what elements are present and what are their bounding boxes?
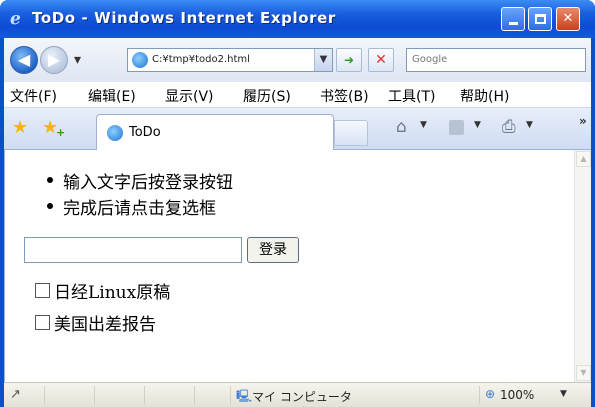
new-tab-button[interactable] <box>334 120 368 146</box>
page-icon <box>107 125 123 141</box>
menu-file[interactable]: 文件(F) <box>10 86 57 106</box>
zoom-dropdown-icon[interactable]: ▼ <box>560 389 567 399</box>
menu-help[interactable]: 帮助(H) <box>460 86 509 106</box>
forward-arrow-icon: ▶ <box>47 50 61 69</box>
menu-view[interactable]: 显示(V) <box>165 86 214 106</box>
zoom-icon[interactable]: ⊕ <box>485 387 495 401</box>
back-arrow-icon: ◀ <box>17 50 31 69</box>
status-divider <box>94 386 95 405</box>
stop-icon: ✕ <box>375 52 387 68</box>
bullet-icon <box>47 203 53 209</box>
stop-button[interactable]: ✕ <box>368 48 394 72</box>
print-dropdown-icon[interactable]: ▼ <box>526 120 533 130</box>
bullet-icon <box>47 177 53 183</box>
recent-pages-dropdown[interactable]: ▾ <box>74 51 88 69</box>
address-toolbar: ◀ ▶ ▾ C:¥tmp¥todo2.html ▼ ➜ ✕ Google <box>4 38 591 82</box>
status-divider <box>194 386 195 405</box>
more-tools-chevron-icon[interactable]: » <box>579 114 587 128</box>
add-plus-icon: + <box>56 126 66 139</box>
close-icon: ✕ <box>562 11 574 26</box>
address-url: C:¥tmp¥todo2.html <box>152 54 250 65</box>
instruction-text: 完成后请点击复选框 <box>63 199 216 219</box>
status-divider <box>479 386 480 405</box>
forward-button[interactable]: ▶ <box>40 46 68 74</box>
status-divider <box>230 386 231 405</box>
scroll-down-icon[interactable]: ▼ <box>576 365 591 381</box>
go-icon: ➜ <box>343 53 355 67</box>
todo-text-input[interactable] <box>24 237 242 263</box>
minimize-button[interactable] <box>501 7 525 31</box>
minimize-icon <box>508 22 518 25</box>
computer-zone-icon: 🖳 <box>236 389 253 403</box>
close-button[interactable]: ✕ <box>556 7 580 31</box>
feeds-icon[interactable] <box>449 120 464 135</box>
menu-tools[interactable]: 工具(T) <box>388 86 435 106</box>
page-status-icon: ↗ <box>10 387 21 402</box>
instruction-list: 输入文字后按登录按钮 完成后请点击复选框 <box>47 168 233 220</box>
security-zone-label: マイ コンピュータ <box>252 390 352 404</box>
tab-toolbar: ★ ★ + ToDo ⌂ ▼ ▼ ⎙ ▼ » <box>4 108 591 150</box>
page-icon <box>132 52 148 68</box>
status-divider <box>44 386 45 405</box>
feeds-dropdown-icon[interactable]: ▼ <box>474 120 481 130</box>
search-input[interactable]: Google <box>406 48 586 72</box>
zoom-level[interactable]: 100% <box>500 388 534 402</box>
todo-label: 日经Linux原稿 <box>54 283 171 303</box>
register-button[interactable]: 登录 <box>247 237 299 263</box>
maximize-icon <box>534 14 546 24</box>
home-icon[interactable]: ⌂ <box>396 117 407 137</box>
todo-checkbox[interactable] <box>35 283 50 298</box>
browser-client: ◀ ▶ ▾ C:¥tmp¥todo2.html ▼ ➜ ✕ Google 文件(… <box>4 38 591 407</box>
status-bar: ↗ 🖳 マイ コンピュータ ⊕ 100% ▼ <box>4 382 591 407</box>
maximize-button[interactable] <box>528 7 552 31</box>
menu-bar: 文件(F) 编辑(E) 显示(V) 履历(S) 书签(B) 工具(T) 帮助(H… <box>4 82 591 108</box>
menu-edit[interactable]: 编辑(E) <box>88 86 136 106</box>
favorites-star-icon[interactable]: ★ <box>12 118 28 138</box>
vertical-scrollbar[interactable]: ▲ ▼ <box>574 150 591 382</box>
menu-bookmarks[interactable]: 书签(B) <box>320 86 369 106</box>
tab-todo[interactable]: ToDo <box>96 114 334 150</box>
browser-window: ℯ ToDo - Windows Internet Explorer ✕ ◀ ▶… <box>0 0 595 407</box>
title-bar[interactable]: ℯ ToDo - Windows Internet Explorer ✕ <box>0 0 595 38</box>
window-title: ToDo - Windows Internet Explorer <box>32 9 336 27</box>
tab-label: ToDo <box>129 125 161 140</box>
status-divider <box>144 386 145 405</box>
todo-label: 美国出差报告 <box>54 315 156 335</box>
list-item: 输入文字后按登录按钮 <box>47 168 233 194</box>
address-field[interactable]: C:¥tmp¥todo2.html ▼ <box>127 48 333 72</box>
print-icon[interactable]: ⎙ <box>502 117 516 137</box>
address-dropdown-icon[interactable]: ▼ <box>314 49 332 71</box>
go-button[interactable]: ➜ <box>336 48 362 72</box>
ie-icon: ℯ <box>10 9 21 29</box>
list-item: 完成后请点击复选框 <box>47 194 233 220</box>
back-button[interactable]: ◀ <box>10 46 38 74</box>
menu-history[interactable]: 履历(S) <box>243 86 291 106</box>
search-placeholder: Google <box>412 54 448 65</box>
scroll-up-icon[interactable]: ▲ <box>576 151 591 167</box>
todo-checkbox[interactable] <box>35 315 50 330</box>
page-content: 输入文字后按登录按钮 完成后请点击复选框 登录 日经Linux原稿 美国出差报告… <box>4 150 591 382</box>
instruction-text: 输入文字后按登录按钮 <box>63 173 233 193</box>
home-dropdown-icon[interactable]: ▼ <box>420 120 427 130</box>
